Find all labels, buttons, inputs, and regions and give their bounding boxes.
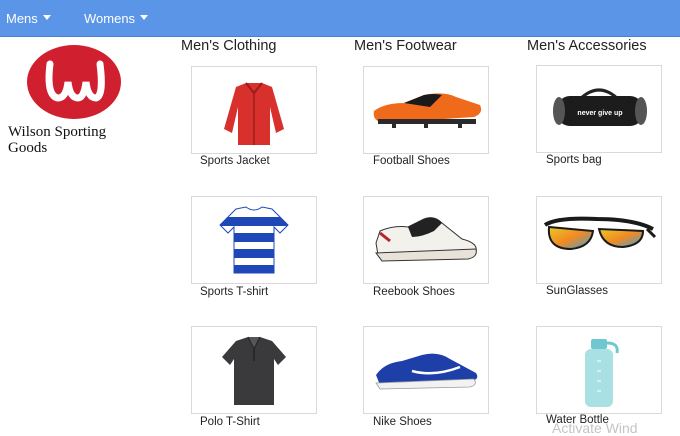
bag-print-text: never give up bbox=[577, 110, 622, 117]
product-card-sunglasses[interactable] bbox=[536, 196, 662, 284]
caret-down-icon bbox=[140, 15, 149, 21]
product-card-sports-tshirt[interactable] bbox=[191, 196, 317, 284]
product-label-nike-shoes[interactable]: Nike Shoes bbox=[373, 416, 432, 428]
product-card-sports-jacket[interactable] bbox=[191, 66, 317, 154]
caret-down-icon bbox=[42, 15, 51, 21]
jacket-icon bbox=[224, 82, 284, 145]
nav-womens-dropdown[interactable]: Womens bbox=[84, 11, 149, 26]
product-card-nike-shoes[interactable] bbox=[363, 326, 489, 414]
sunglasses-icon bbox=[543, 216, 657, 251]
product-label-sports-bag[interactable]: Sports bag bbox=[546, 154, 602, 166]
product-card-water-bottle[interactable] bbox=[536, 326, 662, 414]
product-label-football-shoes[interactable]: Football Shoes bbox=[373, 155, 450, 167]
column-title-clothing: Men's Clothing bbox=[181, 38, 277, 54]
product-label-sports-tshirt[interactable]: Sports T-shirt bbox=[200, 286, 268, 298]
column-title-accessories: Men's Accessories bbox=[527, 38, 647, 54]
product-card-sports-bag[interactable]: never give up bbox=[536, 65, 662, 153]
sneaker-icon bbox=[375, 217, 477, 262]
duffel-bag-icon: never give up bbox=[553, 88, 647, 126]
running-shoe-icon bbox=[375, 353, 478, 390]
product-label-sports-jacket[interactable]: Sports Jacket bbox=[200, 155, 270, 167]
top-navbar: Mens Womens bbox=[0, 0, 680, 37]
nav-womens-label: Womens bbox=[84, 11, 136, 26]
wilson-logo[interactable] bbox=[26, 44, 122, 120]
product-card-football-shoes[interactable] bbox=[363, 66, 489, 154]
product-label-reebook-shoes[interactable]: Reebook Shoes bbox=[373, 286, 455, 298]
column-title-footwear: Men's Footwear bbox=[354, 38, 457, 54]
product-card-reebook-shoes[interactable] bbox=[363, 196, 489, 284]
product-label-sunglasses[interactable]: SunGlasses bbox=[546, 285, 608, 297]
brand-name: Wilson Sporting Goods bbox=[8, 124, 107, 156]
nav-mens-label: Mens bbox=[6, 11, 38, 26]
product-label-polo-tshirt[interactable]: Polo T-Shirt bbox=[200, 416, 260, 428]
striped-tshirt-icon bbox=[219, 206, 289, 274]
product-card-polo-tshirt[interactable] bbox=[191, 326, 317, 414]
football-shoe-icon bbox=[373, 93, 482, 128]
water-bottle-icon bbox=[585, 339, 619, 407]
nav-mens-dropdown[interactable]: Mens bbox=[6, 11, 51, 26]
polo-shirt-icon bbox=[222, 336, 286, 405]
activate-windows-watermark: Activate Wind bbox=[552, 420, 638, 436]
